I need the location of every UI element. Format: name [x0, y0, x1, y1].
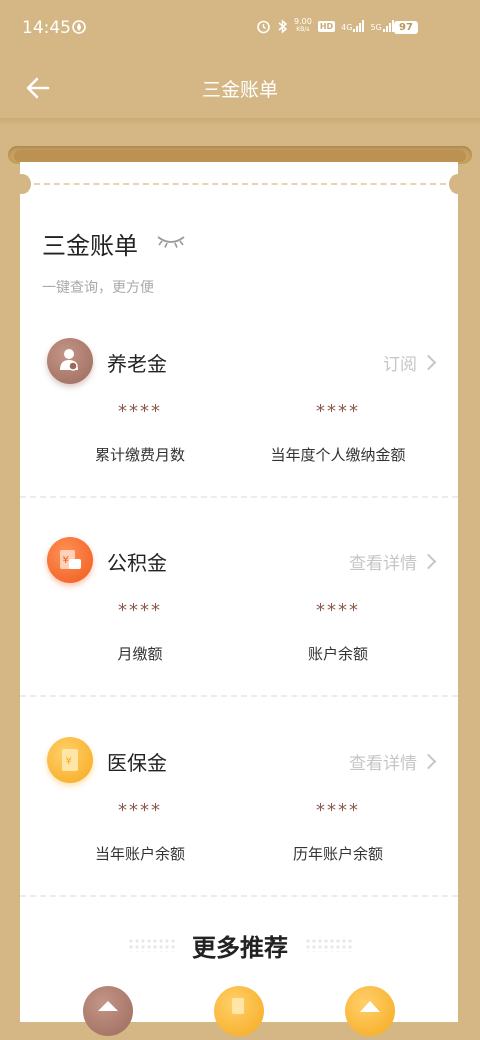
alarm-icon	[257, 20, 270, 33]
signal-4g: 4G	[341, 20, 365, 32]
value-monthly: ****	[118, 600, 162, 621]
section-title-housing-fund: 公积金	[107, 551, 167, 575]
section-divider	[20, 496, 458, 498]
svg-text:¥: ¥	[66, 756, 72, 767]
label-current-year-balance: 当年账户余额	[94, 845, 185, 863]
page-title: 三金账单	[201, 79, 278, 101]
battery-icon: 97	[394, 21, 418, 34]
flame-icon	[72, 20, 86, 34]
card-title: 三金账单	[42, 232, 138, 260]
more-recommendations-title: 更多推荐	[192, 934, 288, 962]
decor-dots-right	[305, 938, 353, 952]
hd-badge: HD	[317, 20, 336, 32]
label-monthly: 月缴额	[117, 645, 163, 663]
housing-fund-card-icon: ¥	[47, 537, 93, 583]
label-past-years-balance: 历年账户余额	[292, 845, 383, 863]
section-divider	[20, 695, 458, 697]
app-header: 三金账单	[0, 58, 480, 120]
view-details-link[interactable]: 查看详情	[349, 749, 437, 774]
recommend-home-fund-icon[interactable]	[345, 986, 395, 1036]
eye-closed-icon[interactable]	[156, 232, 186, 250]
svg-text:¥: ¥	[63, 555, 69, 566]
card-tear-line	[34, 183, 446, 185]
pension-person-icon	[47, 338, 93, 384]
label-months: 累计缴费月数	[94, 446, 185, 464]
section-divider	[20, 895, 458, 897]
value-balance: ****	[316, 600, 360, 621]
section-title-pension: 养老金	[107, 352, 167, 376]
chevron-right-icon	[420, 553, 437, 570]
subscribe-link[interactable]: 订阅	[383, 350, 437, 375]
medical-insurance-doc-icon: ¥	[47, 737, 93, 783]
chevron-right-icon	[420, 753, 437, 770]
bluetooth-icon	[278, 18, 288, 34]
card-subtitle: 一键查询，更方便	[42, 280, 154, 296]
scroll-rod-inner	[14, 150, 466, 162]
card-notch-left	[13, 174, 31, 194]
recommend-house-icon[interactable]	[83, 986, 133, 1036]
status-time: 14:45	[22, 18, 71, 38]
view-details-link[interactable]: 查看详情	[349, 549, 437, 574]
label-balance: 账户余额	[307, 645, 368, 663]
header-shadow	[0, 118, 480, 126]
view-details-label: 查看详情	[349, 754, 417, 774]
value-months: ****	[118, 401, 162, 422]
value-annual-personal: ****	[316, 401, 360, 422]
net-speed: 9.00 KB/s	[294, 17, 312, 34]
signal-bars-icon	[353, 20, 365, 32]
signal-5g: 5G	[370, 20, 394, 32]
view-details-label: 查看详情	[349, 554, 417, 574]
label-annual-personal: 当年度个人缴纳金额	[270, 446, 406, 464]
signal-bars-icon	[382, 20, 394, 32]
value-current-year-balance: ****	[118, 800, 162, 821]
recommend-document-icon[interactable]	[214, 986, 264, 1036]
subscribe-label: 订阅	[383, 355, 417, 375]
status-bar: 14:45 9.00 KB/s HD 4G 5G 97	[0, 0, 480, 58]
chevron-right-icon	[420, 354, 437, 371]
section-title-medical-insurance: 医保金	[107, 751, 167, 775]
status-icons: 9.00 KB/s HD 4G 5G	[256, 18, 394, 34]
card-notch-right	[449, 174, 467, 194]
value-past-years-balance: ****	[316, 800, 360, 821]
